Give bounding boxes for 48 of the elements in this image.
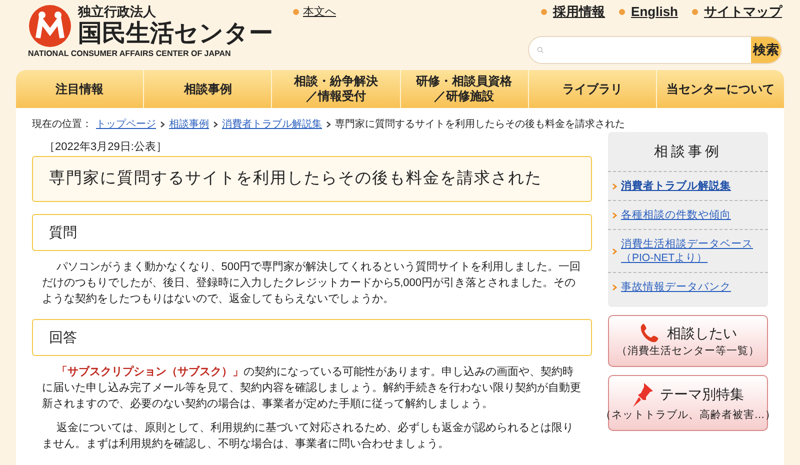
banner-button[interactable]: テーマ別特集 （ネットトラブル、高齢者被害…） [608,374,768,430]
pushpin-icon [632,382,654,408]
paragraph: 「サブスクリプション（サブスク）」の契約になっている可能性があります。申し込みの画面や、契約時に届いた申し込み完了メール等を見て、契約内容を確認しましょう。解約手続きを行わない限り契約が自動更新されますので、必要のない契約の場合は、事業者が定めた手順に従って解約しましょう。 [41,364,582,412]
header-link[interactable]: サイトマップ [704,2,782,22]
header-link[interactable]: English [631,2,678,22]
sidebar-link[interactable]: 消費生活相談データベース（PIO-NETより） [621,237,764,265]
bullet-icon [692,8,698,15]
skip-link[interactable]: 本文へ [303,4,336,20]
sidebar-link[interactable]: 消費者トラブル解説集 [621,179,731,193]
chevron-icon [612,212,617,218]
logo-subtitle: 独立行政法人 [78,4,157,20]
bullet-icon [293,9,299,15]
nav-tab[interactable]: 当センターについて [656,70,784,108]
bullet-icon [619,8,626,15]
sidebar-heading: 相談事例 [608,132,768,172]
paragraph: パソコンがうまく動かなくなり、500円で専門家が解決してくれるという質問サイトを利用しました。一回だけのつもりでしたが、後日、登録時に入力したクレジットカードから5,000円が引き落とされました。そのような契約をしたつもりはないので、返金してもらえないでしょうか。 [41,260,582,307]
chevron-icon [612,284,617,290]
section-heading: 質問 [32,214,592,251]
nav-tab[interactable]: ライブラリ [528,70,657,108]
search-field[interactable]: 検索 [528,36,782,64]
sidebar-link[interactable]: 事故情報データバンク [621,280,731,294]
chevron-icon [160,121,165,128]
breadcrumb-current: 専門家に質問するサイトを利用したらその後も料金を請求された [335,118,625,132]
nav-tab[interactable]: 研修・相談員資格 ／研修施設 [400,70,529,108]
chevron-icon [326,121,331,128]
section-heading: 回答 [32,319,592,356]
phone-icon [639,322,661,344]
logo-english: NATIONAL CONSUMER AFFAIRS CENTER OF JAPAN [28,48,232,60]
nav-tab[interactable]: 注目情報 [16,70,144,108]
breadcrumb-label: 現在の位置： [32,118,92,132]
sidebar-link[interactable]: 各種相談の件数や傾向 [621,208,731,222]
publish-date: ［2022年3月29日:公表］ [43,140,168,154]
header-link[interactable]: 採用情報 [553,2,606,22]
search-button[interactable]: 検索 [750,36,781,62]
chevron-icon [213,121,218,128]
logo-name: 国民生活センター [78,20,273,48]
paragraph: 返金については、原則として、利用規約に基づいて対応されるため、必ずしも返金が認められるとは限りません。まずは利用規約を確認し、不明な場合は、事業者に問い合わせましょう。 [41,420,574,452]
page-title: 専門家に質問するサイトを利用したらその後も料金を請求された [32,156,592,202]
breadcrumb-link[interactable]: 消費者トラブル解説集 [222,117,322,132]
nav-tab[interactable]: 相談・紛争解決 ／情報受付 [272,70,401,108]
bullet-icon [541,8,548,15]
nav-tab[interactable]: 相談事例 [144,70,272,108]
logo-icon [28,4,72,48]
banner-button[interactable]: 相談したい （消費生活センター等一覧） [608,315,768,367]
breadcrumb-link[interactable]: 相談事例 [169,117,209,132]
breadcrumb-link[interactable]: トップページ [96,117,156,132]
chevron-icon [612,182,617,190]
chevron-icon [612,248,617,254]
